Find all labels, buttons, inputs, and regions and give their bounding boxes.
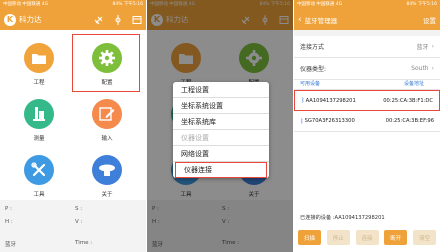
time-label: Time :	[75, 240, 93, 246]
tile-survey[interactable]: 测量	[6, 92, 72, 148]
satellite-icon[interactable]	[94, 15, 104, 25]
bluetooth-icon: ᛒ	[300, 117, 304, 125]
tile-about[interactable]: 关于	[74, 148, 140, 204]
carrier-text: 中国移动 中国联通 4G	[3, 2, 49, 7]
action-buttons: 扫描 停止 连接 断开 清空	[298, 230, 436, 245]
instrument-label: 仪器类型:	[300, 66, 327, 73]
home-screen: 中国移动 中国联通 4G 84% 下午5:16 K 科力达 工程 配置 测量 输…	[0, 0, 146, 252]
menu-item-coord-library[interactable]: 坐标系统库	[173, 114, 269, 130]
device-table: 可用设备 设备地址 ᛒ AA1094137298201 00:25:CA:3B:F…	[294, 78, 440, 132]
status-bar: 中国移动 中国联通 4G 84% 下午5:16	[294, 0, 440, 9]
antenna-icon[interactable]	[113, 14, 123, 25]
col-address: 设备地址	[403, 81, 424, 87]
bluetooth-manager-screen: 中国移动 中国联通 4G 84% 下午5:16 ‹ 蓝牙管理器 设置 连接方式 …	[294, 0, 440, 252]
tile-label: 工具	[33, 191, 45, 198]
p-label: P :	[5, 206, 12, 212]
settings-button[interactable]: 设置	[423, 15, 436, 25]
table-header: 可用设备 设备地址	[294, 78, 440, 90]
instrument-value: South	[411, 65, 429, 72]
stop-button[interactable]: 停止	[326, 230, 350, 245]
device-name: AA1094137298201	[305, 97, 356, 104]
record-icon[interactable]	[132, 15, 142, 25]
device-name: SG70A3F26313300	[304, 118, 355, 124]
menu-item-project-settings[interactable]: 工程设置	[173, 82, 269, 98]
instrument-type-row[interactable]: 仪器类型: South ›	[294, 58, 440, 80]
app-bar: K 科力达	[0, 9, 146, 30]
instrument-icon	[92, 154, 122, 185]
h-label: H :	[5, 219, 13, 225]
table-row[interactable]: ᛒ SG70A3F26313300 00:25:CA:3B:EF:96	[294, 111, 440, 132]
page-title: 蓝牙管理器	[304, 16, 338, 25]
edit-icon	[92, 98, 122, 129]
tile-label: 工程	[33, 79, 45, 86]
status-bar: 中国移动 中国联通 4G 84% 下午5:16	[0, 0, 146, 9]
disconnect-button[interactable]: 断开	[384, 230, 408, 245]
menu-item-instrument-connect[interactable]: 仪器连接	[175, 162, 267, 178]
device-address: 00:25:CA:3B:F1:DC	[383, 97, 433, 104]
highlight-box	[72, 34, 140, 92]
back-arrow-icon[interactable]: ‹	[298, 15, 302, 25]
tile-tools[interactable]: 工具	[6, 148, 72, 204]
survey-pole-icon	[24, 98, 54, 129]
col-device: 可用设备	[300, 81, 321, 87]
brand-logo: K	[4, 13, 16, 26]
config-menu: 工程设置 坐标系统设置 坐标系统库 仪器设置 网络设置 仪器连接	[173, 82, 269, 178]
scan-button[interactable]: 扫描	[298, 230, 321, 245]
tile-project[interactable]: 工程	[6, 36, 72, 92]
v-label: V :	[75, 219, 83, 225]
bluetooth-label: 蓝牙	[5, 242, 17, 248]
folder-icon	[24, 42, 54, 73]
tools-icon	[24, 154, 54, 185]
connect-button[interactable]: 连接	[355, 230, 379, 245]
table-row[interactable]: ᛒ AA1094137298201 00:25:CA:3B:F1:DC	[294, 90, 440, 111]
battery-time: 84% 下午5:16	[406, 2, 437, 7]
battery-time: 84% 下午5:16	[112, 2, 143, 7]
s-label: S :	[75, 206, 83, 212]
menu-item-network-settings[interactable]: 网络设置	[173, 146, 269, 162]
tile-input[interactable]: 输入	[74, 92, 140, 148]
function-grid: 工程 配置 测量 输入 工具 关于	[0, 30, 146, 200]
bluetooth-icon: ᛒ	[301, 97, 305, 104]
menu-item-instrument-settings[interactable]: 仪器设置	[173, 130, 269, 146]
menu-item-coord-settings[interactable]: 坐标系统设置	[173, 98, 269, 114]
connected-device-text: 已连接的设备 :AA1094137298201	[300, 215, 385, 221]
tile-label: 测量	[33, 135, 45, 142]
clear-button[interactable]: 清空	[413, 230, 436, 245]
carrier-text: 中国移动 中国联通 4G	[297, 2, 343, 7]
status-info-panel: P : S : H : V : 蓝牙 Time :	[0, 200, 146, 252]
tile-label: 关于	[101, 191, 113, 198]
brand-name: 科力达	[19, 15, 42, 24]
tile-label: 输入	[101, 135, 113, 142]
connection-value: 蓝牙	[416, 44, 429, 51]
device-address: 00:25:CA:3B:EF:96	[385, 118, 434, 124]
connection-label: 连接方式	[300, 44, 325, 51]
title-bar: ‹ 蓝牙管理器 设置	[294, 9, 440, 30]
chevron-right-icon: ›	[431, 65, 434, 72]
config-menu-screen: 中国移动 中国联通 4G 84% 下午5:16 K 科力达 工程	[147, 0, 293, 252]
chevron-right-icon: ›	[431, 43, 434, 50]
connection-type-row[interactable]: 连接方式 蓝牙 ›	[294, 36, 440, 58]
